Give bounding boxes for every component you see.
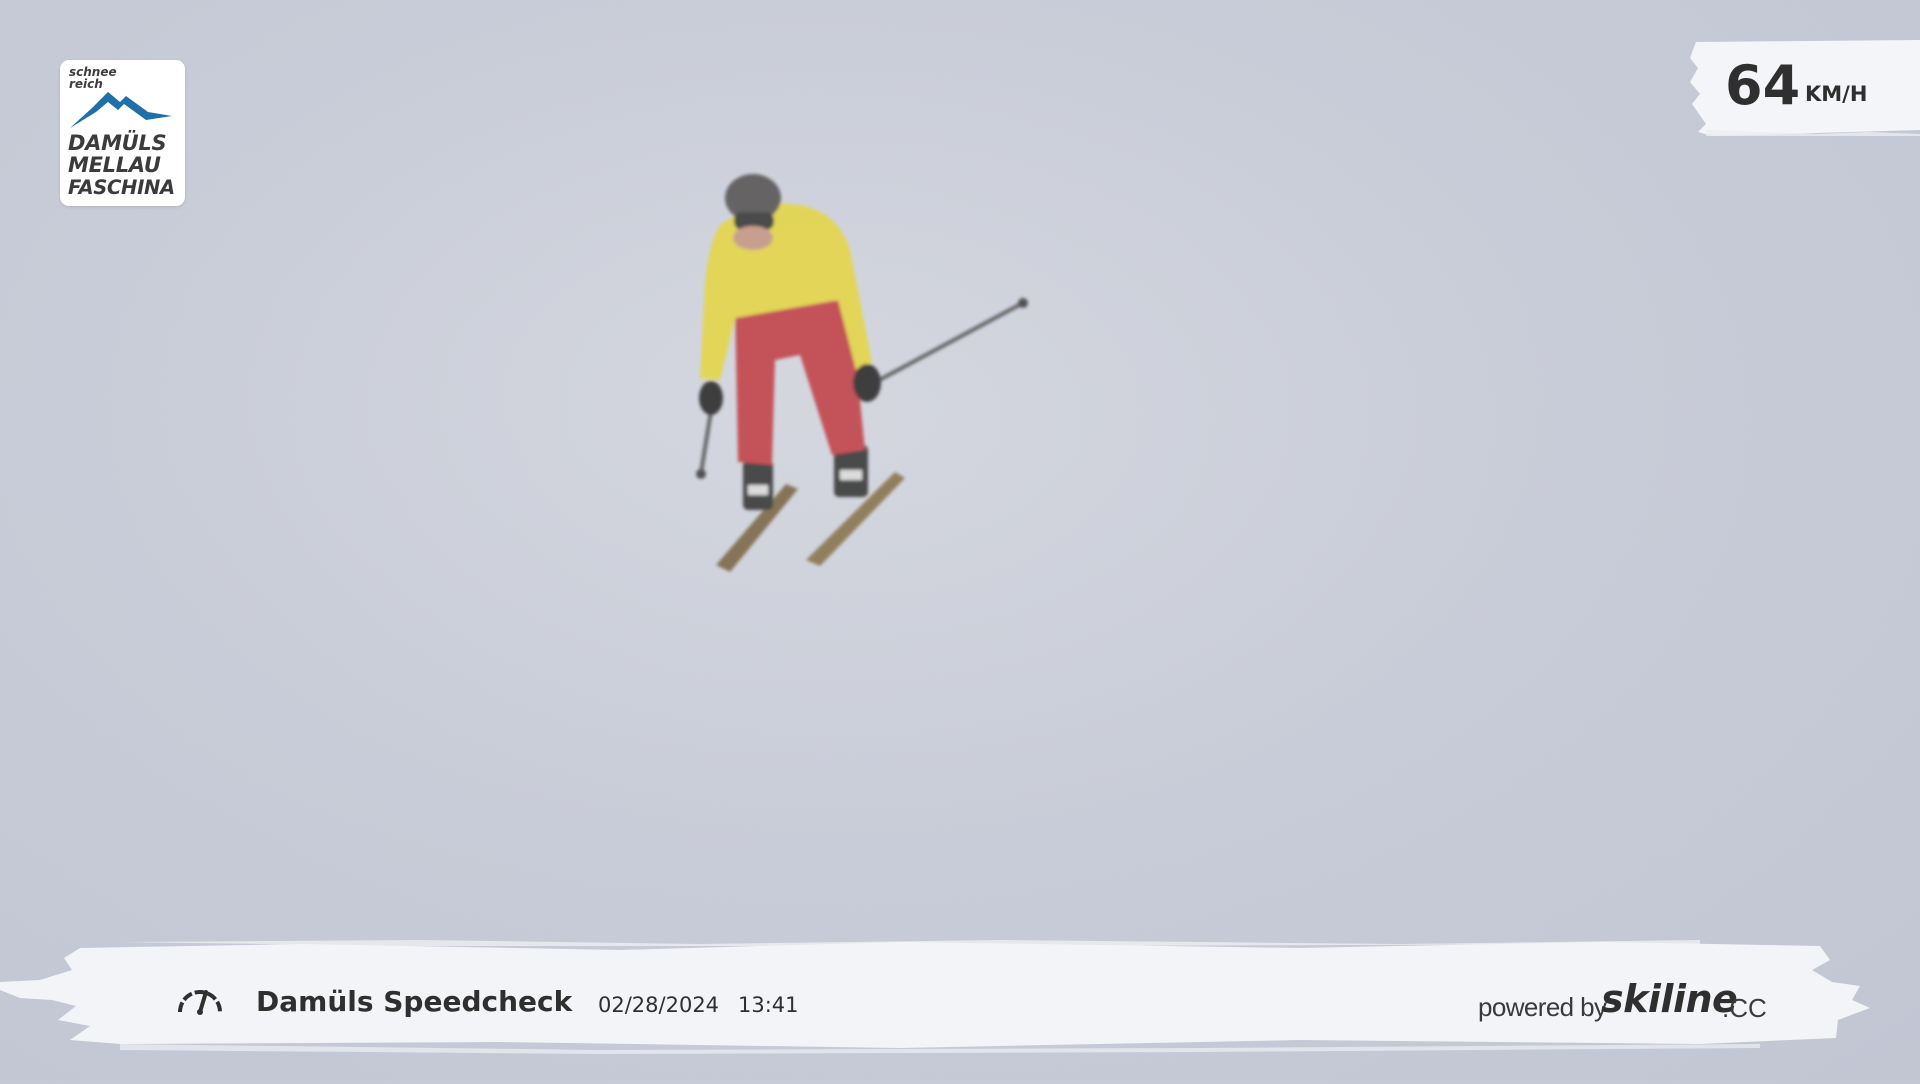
resort-logo: schnee reich DAMÜLS MELLAU FASCHINA	[60, 60, 185, 206]
logo-line-3: FASCHINA	[68, 176, 175, 199]
speed-unit: KM/H	[1805, 82, 1868, 106]
skier-scene	[0, 0, 1920, 1080]
brand-logo-text[interactable]: skiline	[1601, 977, 1738, 1021]
mountain-icon	[70, 92, 172, 128]
speed-value: 64	[1725, 54, 1801, 117]
speed-badge: 64 KM/H	[1688, 38, 1920, 136]
location-title: Damüls Speedcheck	[256, 985, 573, 1018]
camera-view	[0, 0, 1920, 1080]
brand-suffix: .CC	[1722, 993, 1767, 1023]
logo-line-2: MELLAU	[68, 153, 161, 177]
info-bar: Damüls Speedcheck 02/28/2024 13:41 power…	[0, 940, 1920, 1055]
powered-by-label: powered by	[1478, 992, 1607, 1022]
speed-badge-background	[1690, 40, 1920, 136]
speedometer-icon	[178, 990, 222, 1015]
date-label: 02/28/2024	[598, 993, 720, 1017]
logo-line-1: DAMÜLS	[68, 131, 167, 155]
time-label: 13:41	[738, 993, 799, 1017]
